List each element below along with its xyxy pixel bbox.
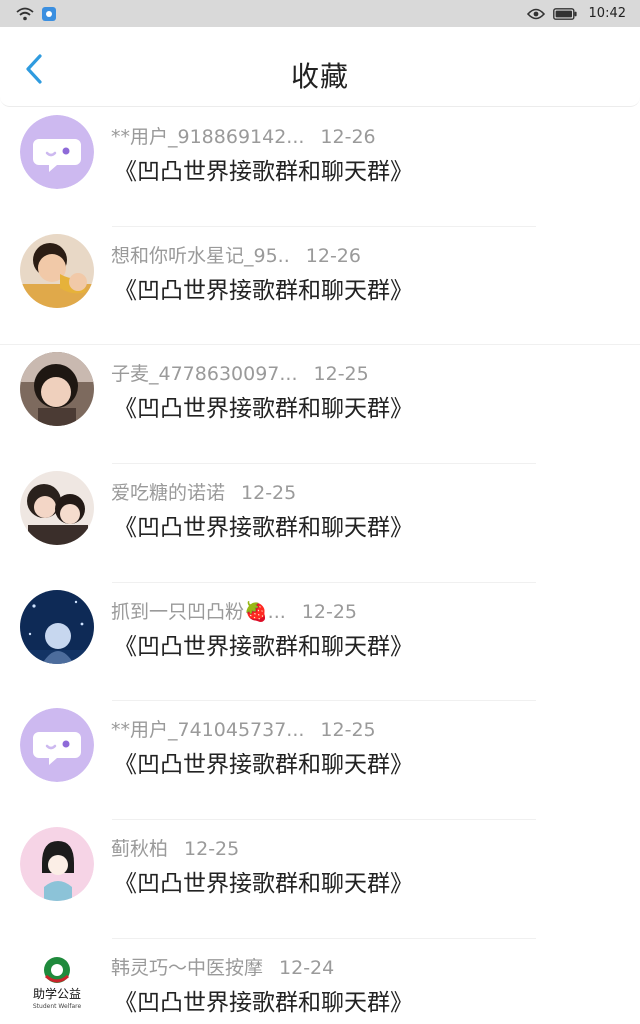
message-text: 《凹凸世界接歌群和聊天群》	[114, 633, 413, 660]
message-text: 《凹凸世界接歌群和聊天群》	[114, 752, 413, 779]
message-text: 《凹凸世界接歌群和聊天群》	[114, 515, 413, 542]
student-welfare-logo-icon: 助学公益 Student Welfare	[20, 945, 94, 1020]
username: 爱吃糖的诺诺	[111, 482, 226, 505]
username: 抓到一只凹凸粉🍓...	[111, 600, 286, 623]
message-text: 《凹凸世界接歌群和聊天群》	[114, 277, 413, 304]
username: 想和你听水星记_95..	[111, 244, 290, 267]
photo-avatar-icon	[20, 233, 94, 308]
list-item[interactable]: 助学公益 Student Welfare 韩灵巧～中医按摩 12-24 《凹凸世…	[0, 939, 640, 1024]
message-text: 《凹凸世界接歌群和聊天群》	[114, 396, 413, 423]
list-item[interactable]: 蓟秋柏 12-25 《凹凸世界接歌群和聊天群》	[0, 820, 640, 939]
chat-bubble-icon	[20, 708, 94, 783]
avatar[interactable]	[20, 708, 94, 783]
logo-subtext: Student Welfare	[33, 1003, 82, 1010]
item-meta: 子麦_4778630097... 12-25	[111, 359, 369, 386]
date: 12-26	[305, 244, 361, 267]
chat-bubble-icon	[20, 115, 94, 189]
item-meta: 抓到一只凹凸粉🍓... 12-25	[111, 597, 357, 624]
date: 12-25	[313, 363, 369, 386]
list-item[interactable]: **用户_741045737... 12-25 《凹凸世界接歌群和聊天群》	[0, 701, 640, 821]
avatar[interactable]: 助学公益 Student Welfare	[20, 945, 94, 1020]
eye-icon	[526, 8, 545, 20]
username: **用户_741045737...	[111, 719, 305, 742]
username: 韩灵巧～中医按摩	[111, 956, 264, 979]
item-meta: **用户_741045737... 12-25	[111, 715, 376, 742]
date: 12-24	[279, 956, 335, 979]
app-notification-icon	[42, 6, 56, 21]
message-text: 《凹凸世界接歌群和聊天群》	[114, 871, 413, 898]
date: 12-25	[241, 482, 297, 505]
logo-text: 助学公益	[33, 986, 81, 1001]
illustration-avatar-icon	[20, 827, 94, 902]
list-item[interactable]: 想和你听水星记_95.. 12-26 《凹凸世界接歌群和聊天群》	[0, 227, 640, 346]
username: 子麦_4778630097...	[111, 363, 298, 386]
favorites-list: **用户_918869142... 12-26 《凹凸世界接歌群和聊天群》 想和…	[0, 108, 640, 1024]
avatar[interactable]	[20, 589, 94, 664]
message-text: 《凹凸世界接歌群和聊天群》	[114, 159, 413, 185]
avatar[interactable]	[20, 115, 94, 189]
photo-avatar-icon	[20, 589, 94, 664]
avatar[interactable]	[20, 471, 94, 546]
date: 12-25	[320, 719, 376, 742]
photo-avatar-icon	[20, 352, 94, 427]
date: 12-26	[320, 126, 376, 148]
username: **用户_918869142...	[111, 126, 305, 148]
status-time: 10:42	[588, 6, 626, 21]
message-text: 《凹凸世界接歌群和聊天群》	[114, 989, 413, 1016]
item-meta: 想和你听水星记_95.. 12-26	[111, 241, 361, 268]
avatar[interactable]	[20, 352, 94, 427]
avatar[interactable]	[20, 233, 94, 308]
item-meta: 爱吃糖的诺诺 12-25	[111, 478, 296, 505]
nav-header: 收藏	[0, 27, 640, 107]
avatar[interactable]	[20, 827, 94, 902]
list-item[interactable]: **用户_918869142... 12-26 《凹凸世界接歌群和聊天群》	[0, 108, 640, 227]
list-item[interactable]: 抓到一只凹凸粉🍓... 12-25 《凹凸世界接歌群和聊天群》	[0, 583, 640, 702]
status-bar: 10:42	[0, 0, 640, 27]
wifi-icon	[16, 7, 34, 21]
item-meta: 韩灵巧～中医按摩 12-24	[111, 953, 334, 980]
date: 12-25	[184, 838, 240, 861]
list-item[interactable]: 子麦_4778630097... 12-25 《凹凸世界接歌群和聊天群》	[0, 345, 640, 465]
username: 蓟秋柏	[111, 838, 169, 861]
battery-icon	[552, 7, 577, 20]
date: 12-25	[301, 600, 357, 623]
item-meta: 蓟秋柏 12-25	[111, 834, 239, 861]
item-meta: **用户_918869142... 12-26	[111, 122, 376, 149]
list-item[interactable]: 爱吃糖的诺诺 12-25 《凹凸世界接歌群和聊天群》	[0, 464, 640, 583]
photo-avatar-icon	[20, 471, 94, 546]
page-title: 收藏	[290, 60, 349, 93]
